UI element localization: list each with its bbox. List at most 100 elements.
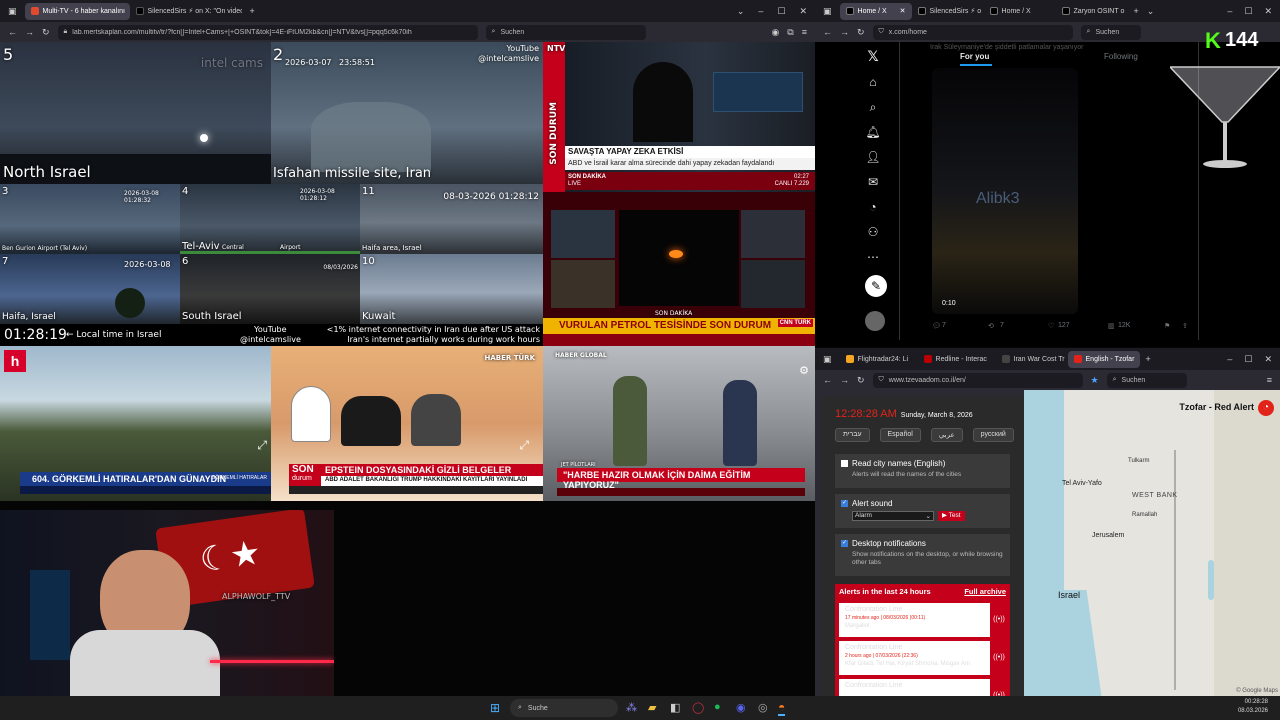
left-tab-1[interactable]: Multi-TV - 6 haber kanalını ✕ (24, 2, 130, 20)
cam-feed-ben-gurion[interactable]: 3 2026-03-08 01:28:32 Ben Gurion Airport… (0, 184, 180, 254)
tz-tab-2[interactable]: Redline - Interac (918, 351, 996, 368)
x-logo-icon[interactable]: 𝕏 (865, 48, 881, 64)
account-icon[interactable]: ◉ (771, 27, 779, 37)
menu-icon[interactable]: ≡ (802, 27, 807, 37)
star-icon[interactable]: ★ (1091, 375, 1099, 385)
cam-feed-haifa-area[interactable]: 11 08-03-2026 01:28:12 Haifa area, Israe… (360, 184, 543, 254)
maximize-icon[interactable]: ☐ (1244, 354, 1252, 364)
copilot-icon[interactable]: ⁂ (626, 701, 637, 714)
haber-global-feed[interactable]: HABER GLOBAL ⚙ JET PİLOTLARI "HARBE HAZI… (543, 346, 815, 501)
search-input[interactable]: ⌕ Suchen (485, 24, 646, 40)
x-tab-4[interactable]: Zaryon OSINT o (1056, 3, 1128, 20)
back-icon[interactable]: ← (8, 27, 17, 37)
obs-icon[interactable]: ◎ (758, 701, 768, 714)
new-tab-icon[interactable]: + (1134, 6, 1139, 16)
window-close-icon[interactable]: ✕ (1264, 354, 1272, 364)
reload-icon[interactable]: ↻ (857, 27, 865, 37)
reload-icon[interactable]: ↻ (857, 375, 865, 385)
cam-feed-kuwait[interactable]: 10 Kuwait (360, 254, 543, 324)
chevron-down-icon[interactable]: ⌄ (737, 6, 745, 16)
cam-feed-isfahan[interactable]: 2 2026-03-07 23:58:51 YouTube @intelcams… (271, 42, 543, 184)
haberturk-feed[interactable]: HABER TÜRK ⤢ SON durum EPSTEIN DOSYASIND… (271, 346, 543, 501)
spotify-icon[interactable]: ● (714, 701, 721, 713)
views-icon[interactable]: ▥ (1108, 322, 1115, 330)
halk-tv-feed[interactable]: h ⤢ 604. GÖRKEMLİ HATIRALAR'DAN GÜNAYDIN… (0, 346, 271, 501)
file-explorer-icon[interactable]: ▰ (648, 701, 656, 714)
like-icon[interactable]: ♡ (1048, 322, 1054, 330)
maximize-icon[interactable]: ☐ (1244, 6, 1252, 16)
lang-spanish-button[interactable]: Español (879, 428, 921, 442)
post-video[interactable]: Alibk3 0:10 (932, 68, 1078, 314)
search-input[interactable]: ⌕ Suchen (1080, 24, 1141, 40)
discord-icon[interactable]: ◉ (736, 701, 746, 714)
lang-russian-button[interactable]: русский (972, 428, 1014, 442)
minimize-icon[interactable]: – (758, 6, 763, 16)
avatar[interactable] (865, 311, 885, 331)
expand-icon[interactable]: ⤢ (257, 438, 267, 453)
expand-icon[interactable]: ⤢ (519, 438, 529, 453)
new-tab-icon[interactable]: + (250, 6, 255, 16)
home-icon[interactable]: ⌂ (865, 74, 881, 90)
x-tab-2[interactable]: SilencedSirs ⚡ o (912, 3, 984, 20)
grok-icon[interactable]: ◔ (865, 199, 881, 215)
full-archive-link[interactable]: Full archive (964, 587, 1006, 596)
windows-start-icon[interactable]: ⊞ (490, 701, 500, 715)
x-tab-3[interactable]: Home / X (984, 3, 1056, 20)
extensions-icon[interactable]: ⧉ (787, 27, 793, 37)
back-icon[interactable]: ← (823, 27, 832, 37)
left-tab-2[interactable]: SilencedSirs ⚡ on X: "On video ✕ (130, 3, 242, 20)
forward-icon[interactable]: → (840, 375, 849, 385)
tz-tab-4[interactable]: English - Tzofar (1067, 350, 1140, 368)
forward-icon[interactable]: → (25, 27, 34, 37)
cam-feed-tel-aviv[interactable]: 4 2026-03-08 01:28:12 Central Airport Te… (180, 184, 360, 254)
ntv-feed[interactable]: NTV SON DURUM SAVAŞTA YAPAY ZEKA ETKİSİ … (543, 42, 815, 192)
repost-icon[interactable]: ⟲ (988, 322, 994, 330)
minimize-icon[interactable]: – (1227, 354, 1232, 364)
mail-icon[interactable]: ✉ (865, 174, 881, 190)
desktop-notif-checkbox[interactable]: ✓ (841, 540, 848, 547)
window-close-icon[interactable]: ✕ (1264, 6, 1272, 16)
firefox-icon[interactable]: ◓ (778, 700, 786, 716)
gear-icon[interactable]: ⚙ (799, 364, 809, 377)
forward-icon[interactable]: → (840, 27, 849, 37)
taskbar-search[interactable]: ⌕ Suche (510, 699, 618, 717)
alert-item[interactable]: Confrontation Line ((•)) (839, 679, 1008, 696)
cam-feed-north-israel[interactable]: 5 intel cams North Israel (0, 42, 271, 184)
test-button[interactable]: ▶ Test (938, 511, 965, 521)
x-tab-1[interactable]: Home / X ✕ (839, 2, 912, 20)
tab-list-icon[interactable]: ▣ (823, 6, 832, 16)
search-input[interactable]: ⌕ Suchen (1106, 372, 1187, 388)
bookmark-icon[interactable]: ⚑ (1164, 322, 1170, 330)
post-button[interactable]: ✎ (865, 275, 887, 297)
lang-hebrew-button[interactable]: עברית (835, 428, 870, 442)
lang-arabic-button[interactable]: عربي (930, 428, 963, 442)
tab-following[interactable]: Following (1104, 52, 1138, 61)
tab-list-icon[interactable]: ▣ (8, 6, 17, 16)
search-icon[interactable]: ⌕ (865, 99, 881, 115)
cam-feed-haifa[interactable]: 7 2026-03-08 Haifa, Israel (0, 254, 180, 324)
menu-icon[interactable]: ≡ (1267, 375, 1272, 385)
opera-icon[interactable]: ◯ (692, 701, 704, 714)
app-icon[interactable]: ◧ (670, 701, 680, 714)
alert-item[interactable]: Confrontation Line 17 minutes ago | 08/0… (839, 603, 1008, 637)
bell-icon[interactable]: 🔔︎ (865, 124, 881, 140)
close-icon[interactable]: ✕ (900, 7, 906, 15)
address-field[interactable]: ⛉ www.tzevaadom.co.il/en/ (872, 372, 1083, 388)
chevron-down-icon[interactable]: ⌄ (1147, 6, 1155, 16)
share-icon[interactable]: ⇪ (1182, 322, 1188, 330)
tz-tab-3[interactable]: Iran War Cost Tr (996, 351, 1068, 368)
back-icon[interactable]: ← (823, 375, 832, 385)
minimize-icon[interactable]: – (1227, 6, 1232, 16)
window-close-icon[interactable]: ✕ (799, 6, 807, 16)
maximize-icon[interactable]: ☐ (777, 6, 785, 16)
address-field[interactable]: 🔒︎ lab.mertskaplan.com/multitv/tr/?fcn[]… (57, 24, 478, 40)
profile-icon[interactable]: ⚇ (865, 224, 881, 240)
alert-map[interactable]: Tzofar - Red Alert ◔ Tulkarm Tel Aviv-Ya… (1024, 390, 1280, 696)
read-city-checkbox[interactable] (841, 460, 848, 467)
reload-icon[interactable]: ↻ (42, 27, 50, 37)
alert-sound-checkbox[interactable]: ✓ (841, 500, 848, 507)
tab-list-icon[interactable]: ▣ (823, 354, 832, 364)
more-icon[interactable]: ⋯ (865, 249, 881, 265)
cnn-turk-feed[interactable]: SON DAKİKA VURULAN PETROL TESİSİNDE SON … (543, 192, 815, 346)
address-field[interactable]: ⛉ x.com/home (872, 24, 1073, 40)
